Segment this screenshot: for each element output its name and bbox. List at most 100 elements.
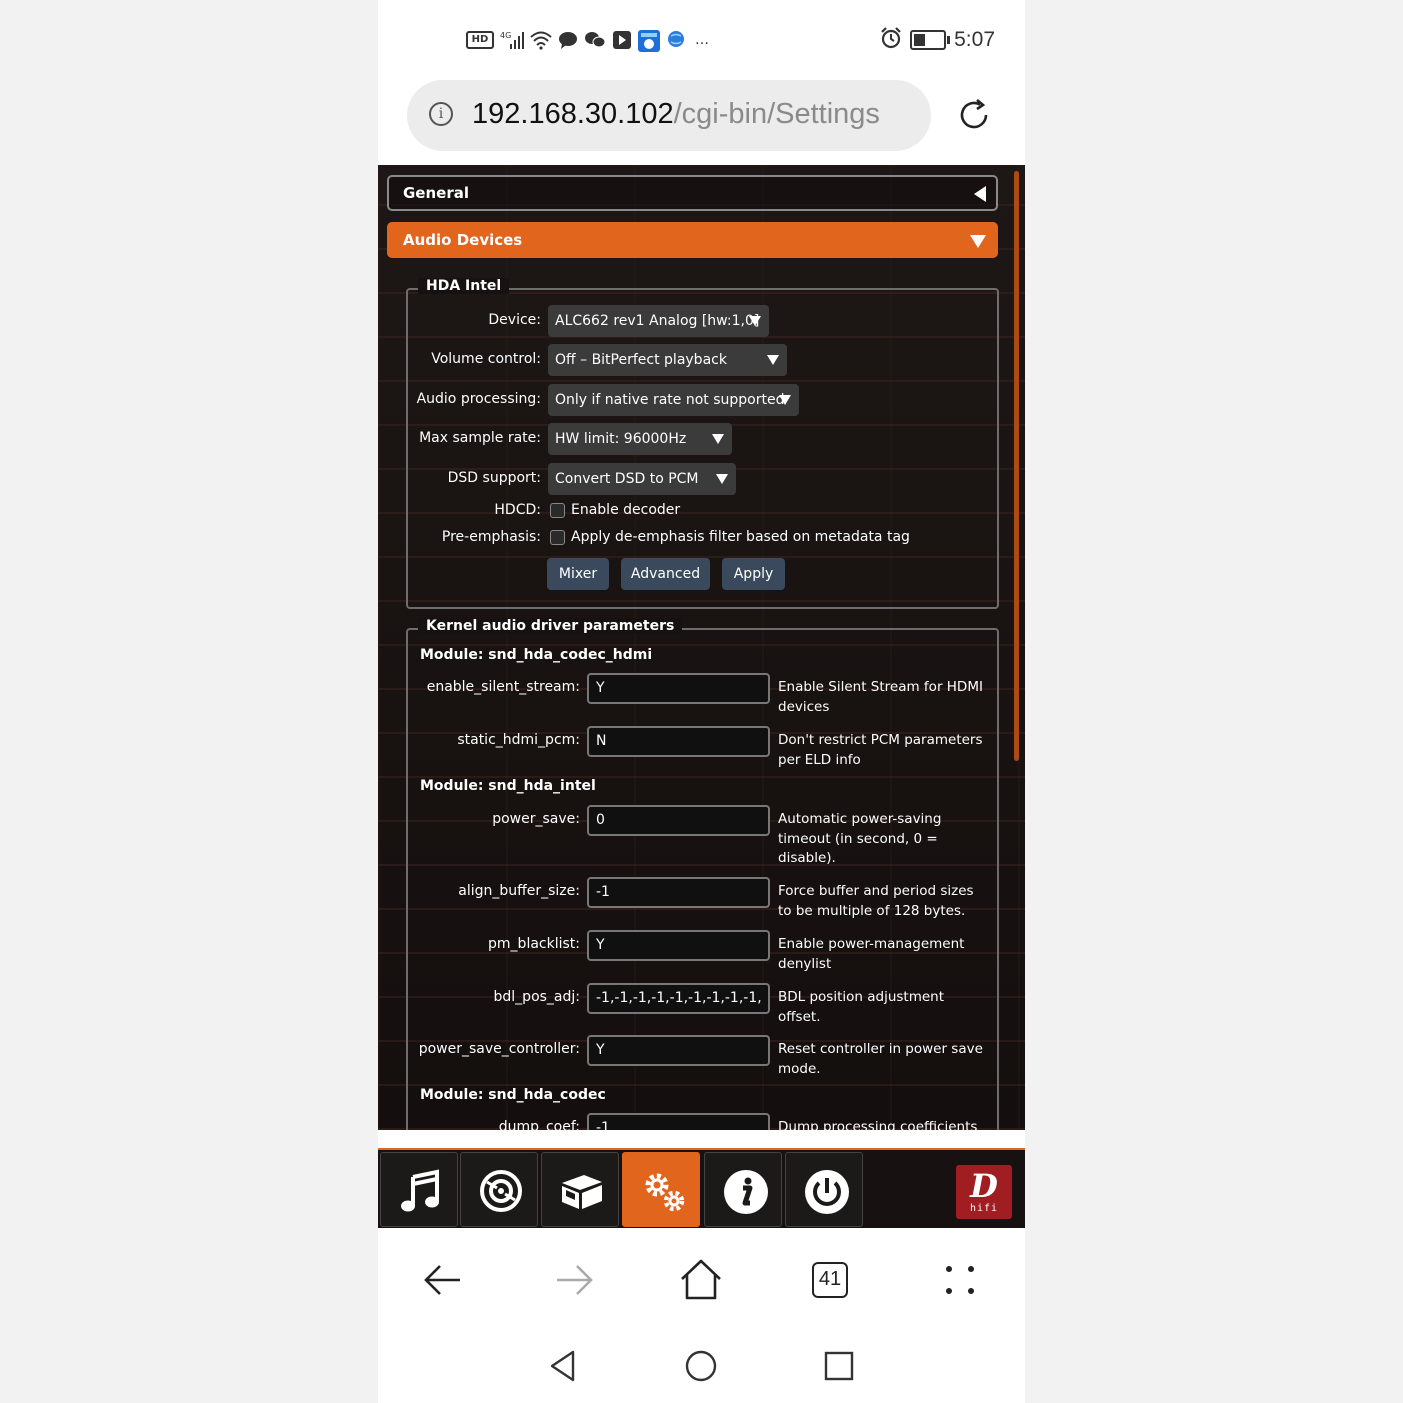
- nav-info-button[interactable]: [704, 1152, 782, 1227]
- audio-processing-value: Only if native rate not supported: [555, 392, 785, 408]
- param-input[interactable]: N: [587, 726, 770, 757]
- nav-power-button[interactable]: [785, 1152, 863, 1227]
- info-icon: [724, 1170, 768, 1214]
- status-time: 5:07: [954, 28, 995, 51]
- reload-icon[interactable]: [956, 97, 992, 133]
- param-label: enable_silent_stream:: [426, 679, 580, 695]
- hdcd-checkbox-label[interactable]: Enable decoder: [571, 502, 680, 518]
- audio-processing-select[interactable]: Only if native rate not supported: [548, 384, 799, 416]
- general-section-header[interactable]: General: [387, 175, 998, 211]
- app-notification-icon: [612, 30, 632, 50]
- param-input[interactable]: Y: [587, 930, 770, 961]
- audio-processing-label: Audio processing:: [416, 391, 541, 407]
- nav-library-button[interactable]: [460, 1152, 538, 1227]
- param-description: Don't restrict PCM parameters per ELD in…: [778, 732, 983, 768]
- hda-intel-legend: HDA Intel: [418, 278, 510, 294]
- hdcd-label: HDCD:: [494, 502, 541, 518]
- site-info-icon[interactable]: i: [429, 102, 453, 126]
- device-label: Device:: [488, 312, 541, 328]
- param-description: Dump processing coefficients: [778, 1119, 978, 1130]
- collapsed-arrow-icon: [974, 186, 986, 202]
- system-back-icon[interactable]: [546, 1349, 580, 1383]
- nav-settings-button[interactable]: [622, 1152, 700, 1227]
- daphile-hifi-logo: D hifi: [956, 1165, 1012, 1219]
- param-input[interactable]: Y: [587, 1035, 770, 1066]
- gears-icon: [645, 1173, 685, 1212]
- nav-packages-button[interactable]: [541, 1152, 619, 1227]
- mixer-button[interactable]: Mixer: [547, 558, 609, 590]
- nav-music-button[interactable]: [380, 1152, 458, 1227]
- page-scrollbar[interactable]: [1014, 171, 1019, 761]
- max-sample-rate-select[interactable]: HW limit: 96000Hz: [548, 423, 732, 455]
- max-sample-rate-value: HW limit: 96000Hz: [555, 431, 687, 447]
- advanced-button[interactable]: Advanced: [621, 558, 710, 590]
- pre-emphasis-label: Pre-emphasis:: [441, 529, 541, 545]
- settings-page: General Audio Devices HDA Intel Device: …: [378, 165, 1025, 1130]
- dsd-support-value: Convert DSD to PCM: [555, 471, 699, 487]
- wechat-icon: [584, 30, 606, 50]
- phone-screen: HD 4G … 5:07 i 192.168.30.102/cgi-bin/Se…: [378, 0, 1025, 1403]
- back-arrow-icon[interactable]: [420, 1256, 468, 1304]
- pre-emphasis-checkbox[interactable]: [550, 530, 565, 545]
- dsd-support-select[interactable]: Convert DSD to PCM: [548, 463, 736, 495]
- max-sample-rate-label: Max sample rate:: [419, 430, 541, 446]
- network-label: 4G: [500, 31, 511, 40]
- volume-control-value: Off – BitPerfect playback: [555, 352, 727, 368]
- param-description: Automatic power-saving timeout (in secon…: [778, 811, 942, 866]
- system-nav-bar: [378, 1333, 1025, 1403]
- disc-icon: [480, 1170, 522, 1212]
- tabs-button[interactable]: 41: [812, 1262, 848, 1298]
- hdcd-checkbox[interactable]: [550, 503, 565, 518]
- param-label: pm_blacklist:: [488, 936, 580, 952]
- expanded-arrow-icon: [970, 235, 986, 248]
- system-recents-icon[interactable]: [822, 1349, 856, 1383]
- url-text[interactable]: 192.168.30.102/cgi-bin/Settings: [472, 98, 880, 131]
- param-description: Reset controller in power save mode.: [778, 1041, 983, 1077]
- module-heading: Module: snd_hda_codec_hdmi: [420, 647, 653, 663]
- dsd-support-label: DSD support:: [447, 470, 541, 486]
- globe-icon: [666, 30, 686, 50]
- forward-arrow-icon[interactable]: [549, 1256, 597, 1304]
- param-input[interactable]: -1: [587, 1113, 770, 1130]
- pre-emphasis-checkbox-label[interactable]: Apply de-emphasis filter based on metada…: [571, 529, 910, 545]
- param-description: BDL position adjustment offset.: [778, 989, 945, 1025]
- chevron-down-icon: [767, 355, 779, 365]
- status-right: 5:07: [880, 26, 995, 54]
- device-value: ALC662 rev1 Analog [hw:1,0]: [555, 313, 760, 329]
- volume-control-label: Volume control:: [431, 351, 541, 367]
- volume-control-select[interactable]: Off – BitPerfect playback: [548, 344, 787, 376]
- music-icon: [401, 1169, 439, 1212]
- param-description: Enable Silent Stream for HDMI devices: [778, 679, 983, 715]
- app-blue-icon: [638, 30, 660, 52]
- address-bar[interactable]: i 192.168.30.102/cgi-bin/Settings: [407, 80, 931, 151]
- kernel-params-legend: Kernel audio driver parameters: [418, 618, 683, 634]
- chevron-down-icon: [779, 395, 791, 405]
- audio-devices-title: Audio Devices: [403, 231, 523, 249]
- url-path: /cgi-bin/Settings: [673, 98, 880, 130]
- apply-button[interactable]: Apply: [722, 558, 785, 590]
- alarm-icon: [880, 26, 902, 54]
- battery-icon: [910, 30, 951, 50]
- device-select[interactable]: ALC662 rev1 Analog [hw:1,0]: [548, 305, 769, 337]
- menu-dots-icon[interactable]: [936, 1256, 984, 1304]
- param-input[interactable]: -1,-1,-1,-1,-1,-1,-1,-1,-1,: [587, 983, 770, 1014]
- param-input[interactable]: Y: [587, 673, 770, 704]
- audio-devices-section-header[interactable]: Audio Devices: [387, 222, 998, 258]
- param-label: static_hdmi_pcm:: [457, 732, 580, 748]
- wifi-icon: [530, 30, 552, 50]
- param-description: Enable power-management denylist: [778, 936, 965, 972]
- module-heading: Module: snd_hda_intel: [420, 778, 596, 794]
- box-icon: [562, 1175, 602, 1209]
- general-title: General: [403, 184, 469, 202]
- module-heading: Module: snd_hda_codec: [420, 1087, 606, 1103]
- param-input[interactable]: -1: [587, 877, 770, 908]
- system-home-icon[interactable]: [684, 1349, 718, 1383]
- status-bar: HD 4G … 5:07: [378, 0, 1025, 78]
- app-bottom-nav: D hifi: [378, 1148, 1025, 1228]
- param-input[interactable]: 0: [587, 805, 770, 836]
- param-label: align_buffer_size:: [458, 883, 580, 899]
- battery-level: [914, 34, 926, 46]
- param-label: bdl_pos_adj:: [493, 989, 580, 1005]
- home-icon[interactable]: [677, 1256, 725, 1304]
- hd-icon: HD: [466, 31, 494, 49]
